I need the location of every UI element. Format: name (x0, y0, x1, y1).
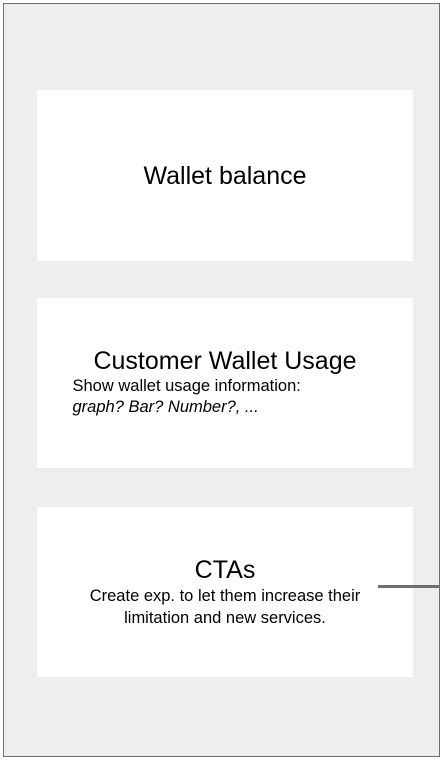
wallet-balance-title: Wallet balance (143, 161, 307, 190)
screen-frame: Wallet balance Customer Wallet Usage Sho… (3, 3, 440, 757)
cta-title: CTAs (194, 556, 256, 584)
wallet-usage-card: Customer Wallet Usage Show wallet usage … (37, 298, 413, 468)
wallet-usage-title: Customer Wallet Usage (93, 347, 357, 375)
wallet-usage-description: Show wallet usage information: (72, 377, 301, 395)
cta-description: Create exp. to let them increase their l… (89, 587, 361, 627)
cta-card: CTAs Create exp. to let them increase th… (37, 507, 413, 677)
wallet-usage-content: Customer Wallet Usage Show wallet usage … (72, 347, 378, 418)
wallet-usage-options: graph? Bar? Number?, ... (72, 398, 259, 416)
wallet-balance-card: Wallet balance (37, 90, 413, 261)
connector-line (378, 585, 440, 588)
